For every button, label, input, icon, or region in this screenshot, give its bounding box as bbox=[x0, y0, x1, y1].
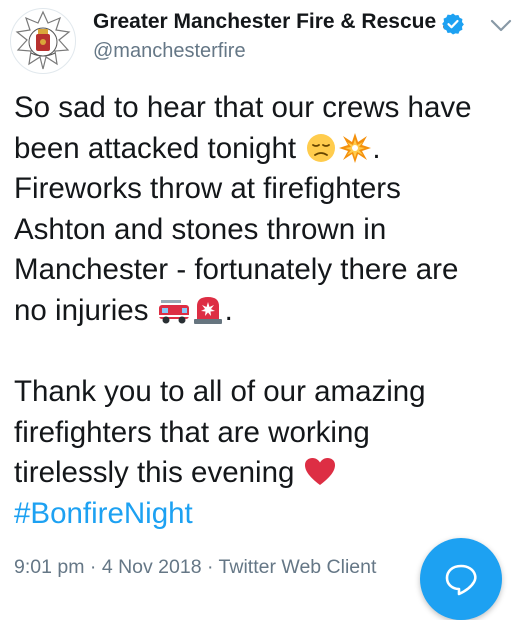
tweet-line-text: no injuries bbox=[14, 293, 149, 327]
meta-separator: · bbox=[84, 556, 102, 578]
chevron-down-icon[interactable] bbox=[486, 10, 516, 40]
fire-engine-icon bbox=[158, 299, 189, 324]
reply-bubble-icon bbox=[445, 564, 477, 596]
tweet-line: been attacked tonight . bbox=[14, 129, 519, 170]
tweet-line: So sad to hear that our crews have bbox=[14, 91, 472, 124]
disappointed-face-icon bbox=[307, 133, 336, 162]
reply-fab-button[interactable] bbox=[420, 538, 502, 620]
author-display-name[interactable]: Greater Manchester Fire & Rescue ... bbox=[93, 10, 460, 34]
avatar[interactable] bbox=[10, 8, 76, 74]
tweet-meta: 9:01 pm · 4 Nov 2018 · Twitter Web Clien… bbox=[14, 556, 376, 579]
hashtag-link[interactable]: #BonfireNight bbox=[14, 494, 519, 535]
tweet-line: Manchester - fortunately there are bbox=[14, 253, 459, 287]
fire-service-crest-icon bbox=[15, 10, 71, 70]
author-handle[interactable]: @manchesterfire bbox=[93, 40, 246, 63]
tweet-header: Greater Manchester Fire & Rescue ... @ma… bbox=[0, 0, 529, 80]
tweet-line-text: been attacked tonight bbox=[14, 131, 297, 165]
verified-badge-icon bbox=[442, 13, 464, 35]
tweet-line: Ashton and stones thrown in bbox=[14, 212, 387, 246]
tweet-line: no injuries . bbox=[14, 291, 519, 332]
tweet-client[interactable]: Twitter Web Client bbox=[219, 556, 377, 578]
collision-icon bbox=[339, 132, 372, 163]
meta-separator: · bbox=[201, 556, 219, 578]
police-light-icon bbox=[193, 296, 222, 324]
tweet-period: . bbox=[224, 293, 233, 327]
tweet-line-text: tirelessly this evening bbox=[14, 456, 295, 490]
red-heart-icon bbox=[304, 458, 335, 486]
tweet-time: 9:01 pm bbox=[14, 556, 85, 578]
tweet-line: tirelessly this evening bbox=[14, 453, 519, 494]
tweet-line: Thank you to all of our amazing bbox=[14, 375, 426, 409]
tweet-date: 4 Nov 2018 bbox=[101, 556, 202, 578]
tweet-period: . bbox=[372, 131, 381, 165]
tweet-text: So sad to hear that our crews have been … bbox=[14, 88, 519, 535]
tweet-line: Fireworks throw at firefighters bbox=[14, 172, 401, 206]
tweet-line: firefighters that are working bbox=[14, 415, 370, 449]
